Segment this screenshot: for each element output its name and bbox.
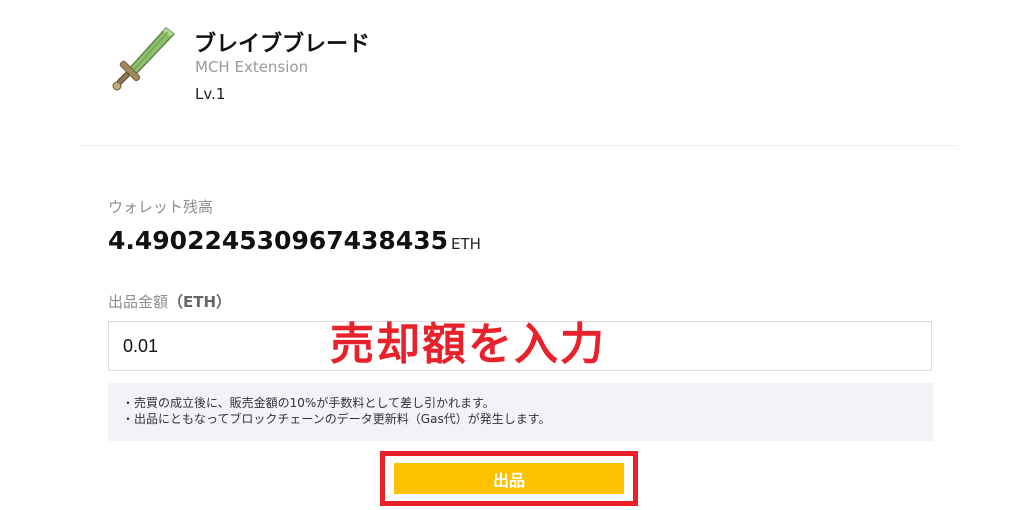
wallet-balance-unit: ETH — [451, 235, 481, 253]
item-level: Lv.1 — [195, 85, 226, 103]
wallet-balance-label: ウォレット残高 — [108, 198, 214, 216]
notice-box: ・売買の成立後に、販売金額の10%が手数料として差し引かれます。 ・出品にともな… — [108, 383, 933, 441]
list-item-button[interactable]: 出品 — [394, 463, 624, 494]
annotation-overlay: 売却額を入力 — [330, 319, 606, 370]
sword-icon — [108, 24, 180, 96]
price-label: 出品金額（ETH） — [108, 291, 231, 312]
item-header: ブレイブブレード MCH Extension Lv.1 — [108, 24, 968, 124]
wallet-balance-value: 4.490224530967438435 — [108, 226, 449, 255]
notice-gas: ・出品にともなってブロックチェーンのデータ更新料（Gas代）が発生します。 — [122, 412, 551, 426]
notice-fee: ・売買の成立後に、販売金額の10%が手数料として差し引かれます。 — [122, 396, 495, 410]
price-label-text: 出品金額 — [108, 293, 169, 311]
item-name: ブレイブブレード — [194, 32, 371, 57]
divider — [80, 145, 958, 146]
highlight-frame: 出品 — [380, 451, 638, 506]
item-extension: MCH Extension — [195, 58, 309, 76]
price-label-unit: （ETH） — [168, 293, 232, 311]
wallet-balance: 4.490224530967438435 ETH — [108, 226, 481, 255]
